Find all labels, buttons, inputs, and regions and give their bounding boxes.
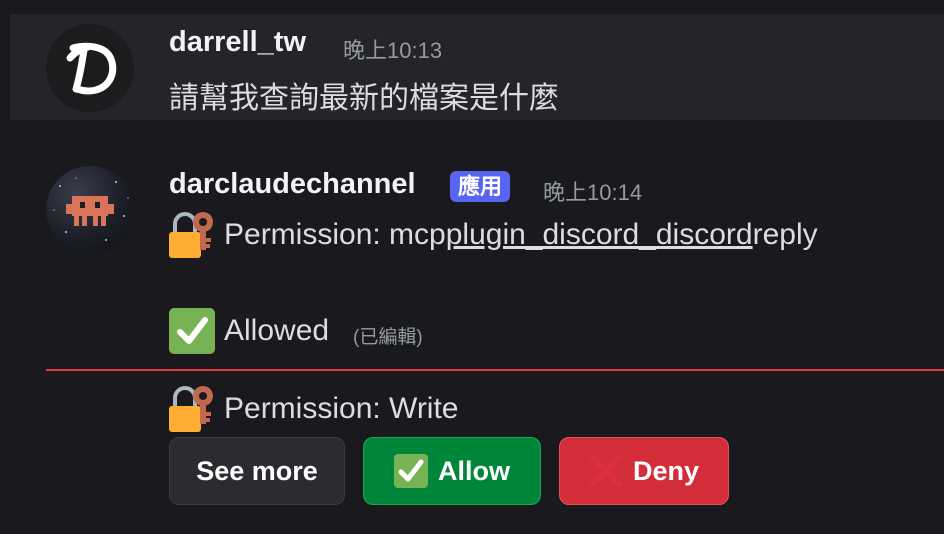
permission-line: Permission: mcpplugin_discord_discordrep… <box>224 218 818 252</box>
permission-link[interactable]: plugin_discord_discord <box>446 218 753 251</box>
allowed-status: Allowed <box>224 314 330 347</box>
new-messages-divider <box>46 369 944 371</box>
locked-with-key-icon <box>169 386 213 432</box>
see-more-button[interactable]: See more <box>169 437 345 505</box>
edited-label: (已編輯) <box>353 327 423 348</box>
cross-mark-icon <box>589 454 623 488</box>
user-avatar[interactable] <box>46 24 134 112</box>
d-logo-icon <box>46 24 134 112</box>
locked-with-key-icon <box>169 212 213 258</box>
bot-avatar[interactable] <box>46 166 134 254</box>
permission-suffix: reply <box>752 218 818 251</box>
bot-username[interactable]: darclaudechannel <box>169 168 416 201</box>
deny-button[interactable]: Deny <box>559 437 729 505</box>
permission-write-text: Permission: Write <box>224 392 459 425</box>
message-username[interactable]: darrell_tw <box>169 26 306 59</box>
permission-prefix: Permission: mcp <box>224 218 446 251</box>
allow-button[interactable]: Allow <box>363 437 541 505</box>
bot-timestamp: 晚上10:14 <box>543 180 643 205</box>
check-mark-button-icon <box>169 308 215 354</box>
deny-label: Deny <box>632 455 700 486</box>
app-badge: 應用 <box>450 171 511 202</box>
see-more-label: See more <box>196 455 318 486</box>
allow-label: Allow <box>438 455 510 486</box>
message-timestamp: 晚上10:13 <box>343 38 443 63</box>
check-mark-button-icon <box>394 454 428 488</box>
robot-icon <box>53 177 129 241</box>
message-content: 請幫我查詢最新的檔案是什麼 <box>169 82 559 115</box>
